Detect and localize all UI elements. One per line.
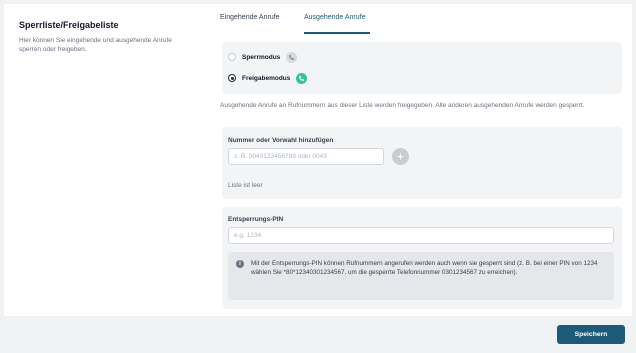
add-number-button[interactable] (392, 148, 409, 165)
tab-incoming-calls[interactable]: Eingehende Anrufe (220, 14, 280, 21)
allow-mode-label: Freigabemodus (242, 74, 291, 82)
block-mode-radio[interactable] (228, 53, 236, 61)
add-number-label: Nummer oder Vorwahl hinzufügen (228, 137, 334, 144)
allow-mode-radio[interactable] (228, 74, 236, 82)
active-tab-indicator (304, 32, 370, 34)
add-number-card: Nummer oder Vorwahl hinzufügen Liste ist… (222, 127, 622, 199)
mode-option-allow[interactable]: Freigabemodus (228, 72, 308, 84)
save-button[interactable]: Speichern (557, 325, 625, 344)
section-title: Sperrliste/Freigabeliste (19, 20, 119, 30)
list-empty-text: Liste ist leer (228, 182, 263, 189)
info-icon: i (236, 260, 244, 268)
block-phone-icon (286, 51, 298, 63)
block-mode-label: Sperrmodus (242, 53, 281, 61)
unlock-pin-card: Entsperrungs-PIN i Mit der Entsperrungs-… (222, 207, 622, 309)
pin-notice: i Mit der Entsperrungs-PIN können Rufnum… (228, 252, 614, 300)
pin-label: Entsperrungs-PIN (228, 216, 284, 223)
number-input[interactable] (228, 148, 384, 165)
pin-input[interactable] (228, 227, 614, 244)
plus-icon (397, 153, 404, 160)
pin-notice-text: Mit der Entsperrungs-PIN können Rufnumme… (251, 260, 598, 276)
section-description: Hier können Sie eingehende und ausgehend… (19, 37, 172, 53)
mode-info-text: Ausgehende Anrufe an Rufnummern aus dies… (220, 102, 585, 109)
mode-selection-card: Sperrmodus Freigabemodus (222, 42, 622, 94)
tab-outgoing-calls[interactable]: Ausgehende Anrufe (304, 14, 366, 21)
mode-option-block[interactable]: Sperrmodus (228, 51, 298, 63)
allow-phone-icon (296, 72, 308, 84)
